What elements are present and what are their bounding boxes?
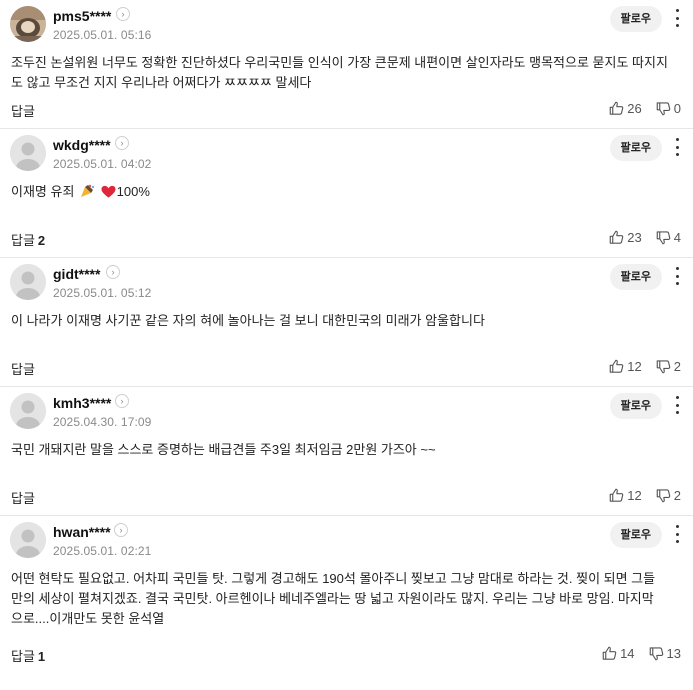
vote-group: 23 4: [609, 230, 681, 245]
more-vertical-icon[interactable]: [674, 525, 680, 543]
chevron-right-icon[interactable]: ›: [115, 394, 129, 408]
thumbs-down-icon: [656, 489, 671, 503]
vote-group: 14 13: [602, 646, 681, 661]
dislike-count: 13: [666, 646, 681, 661]
like-count: 26: [627, 101, 642, 116]
avatar[interactable]: [10, 135, 46, 171]
comment-item: hwan**** › 2025.05.01. 02:21 팔로우 어떤 현탁도 …: [0, 516, 693, 688]
comment-text: 이 나라가 이재명 사기꾼 같은 자의 혀에 놀아나는 걸 보니 대한민국의 미…: [11, 313, 485, 328]
comment-item: gidt**** › 2025.05.01. 05:12 팔로우 이 나라가 이…: [0, 258, 693, 387]
reply-button[interactable]: 답글: [11, 488, 38, 507]
dislike-count: 0: [673, 101, 681, 116]
timestamp: 2025.05.01. 04:02: [53, 157, 152, 171]
thumbs-down-icon: [656, 231, 671, 245]
username[interactable]: pms5****: [53, 8, 111, 24]
more-vertical-icon[interactable]: [674, 9, 680, 27]
timestamp: 2025.05.01. 05:12: [53, 286, 152, 300]
timestamp: 2025.04.30. 17:09: [53, 415, 152, 429]
reply-count: 2: [37, 233, 46, 248]
more-vertical-icon[interactable]: [674, 396, 680, 414]
dislike-button[interactable]: 4: [656, 230, 681, 245]
dislike-button[interactable]: 13: [649, 646, 681, 661]
dislike-count: 4: [673, 230, 681, 245]
vote-group: 26 0: [609, 101, 681, 116]
comment-text: 국민 개돼지란 말을 스스로 증명하는 배급견들 주3일 최저임금 2만원 가즈…: [11, 442, 436, 457]
dislike-button[interactable]: 2: [656, 359, 681, 374]
follow-button[interactable]: 팔로우: [609, 6, 662, 32]
comment-item: pms5**** › 2025.05.01. 05:16 팔로우 조두진 논설위…: [0, 0, 693, 129]
like-count: 12: [627, 359, 642, 374]
like-count: 12: [627, 488, 642, 503]
reply-button[interactable]: 답글 1: [11, 646, 45, 665]
vote-group: 12 2: [609, 488, 681, 503]
more-vertical-icon[interactable]: [674, 267, 680, 285]
reply-label: 답글: [11, 649, 35, 664]
like-count: 14: [620, 646, 635, 661]
avatar[interactable]: [10, 264, 46, 300]
like-count: 23: [627, 230, 642, 245]
reply-button[interactable]: 답글: [11, 101, 38, 120]
follow-button[interactable]: 팔로우: [609, 393, 662, 419]
follow-button[interactable]: 팔로우: [609, 135, 662, 161]
reply-label: 답글: [11, 362, 35, 377]
vote-group: 12 2: [609, 359, 681, 374]
comment-text: 조두진 논설위원 너무도 정확한 진단하셨다 우리국민들 인식이 가장 큰문제 …: [11, 55, 668, 90]
comment-text-suffix: 100%: [116, 184, 150, 199]
username[interactable]: wkdg****: [53, 137, 111, 153]
follow-button[interactable]: 팔로우: [609, 264, 662, 290]
dislike-button[interactable]: 2: [656, 488, 681, 503]
more-vertical-icon[interactable]: [674, 138, 680, 156]
avatar[interactable]: [10, 6, 46, 42]
pencil-party-emoji: [79, 183, 95, 205]
thumbs-down-icon: [656, 102, 671, 116]
thumbs-up-icon: [609, 359, 624, 373]
username[interactable]: hwan****: [53, 524, 111, 540]
thumbs-down-icon: [656, 360, 671, 374]
thumbs-up-icon: [609, 230, 624, 244]
follow-button[interactable]: 팔로우: [609, 522, 662, 548]
dislike-count: 2: [673, 488, 681, 503]
chevron-right-icon[interactable]: ›: [106, 265, 120, 279]
thumbs-up-icon: [609, 101, 624, 115]
comment-item: wkdg**** › 2025.05.01. 04:02 팔로우 이재명 유죄 …: [0, 129, 693, 258]
avatar[interactable]: [10, 393, 46, 429]
comment-text: 이재명 유죄 100%: [11, 182, 669, 205]
reply-label: 답글: [11, 233, 35, 248]
reply-button[interactable]: 답글 2: [11, 230, 45, 249]
avatar[interactable]: [10, 522, 46, 558]
like-button[interactable]: 12: [609, 359, 642, 374]
timestamp: 2025.05.01. 02:21: [53, 544, 152, 558]
reply-label: 답글: [11, 104, 35, 119]
timestamp: 2025.05.01. 05:16: [53, 28, 152, 42]
chevron-right-icon[interactable]: ›: [115, 136, 129, 150]
thumbs-up-icon: [609, 488, 624, 502]
reply-button[interactable]: 답글: [11, 359, 38, 378]
reply-count: 1: [37, 649, 46, 664]
like-button[interactable]: 14: [602, 646, 635, 661]
thumbs-down-icon: [649, 647, 663, 661]
comment-list: pms5**** › 2025.05.01. 05:16 팔로우 조두진 논설위…: [0, 0, 693, 688]
username[interactable]: kmh3****: [53, 395, 111, 411]
reply-label: 답글: [11, 491, 35, 506]
comment-text: 어떤 현탁도 필요없고. 어차피 국민들 탓. 그렇게 경고해도 190석 몰아…: [11, 571, 656, 626]
thumbs-up-icon: [602, 646, 617, 660]
chevron-right-icon[interactable]: ›: [114, 523, 128, 537]
comment-text-main: 이재명 유죄: [11, 184, 75, 199]
like-button[interactable]: 12: [609, 488, 642, 503]
like-button[interactable]: 23: [609, 230, 642, 245]
comment-item: kmh3**** › 2025.04.30. 17:09 팔로우 국민 개돼지란…: [0, 387, 693, 516]
dislike-count: 2: [673, 359, 681, 374]
dislike-button[interactable]: 0: [656, 101, 681, 116]
red-heart-emoji: [101, 185, 116, 205]
username[interactable]: gidt****: [53, 266, 100, 282]
like-button[interactable]: 26: [609, 101, 642, 116]
chevron-right-icon[interactable]: ›: [116, 7, 130, 21]
